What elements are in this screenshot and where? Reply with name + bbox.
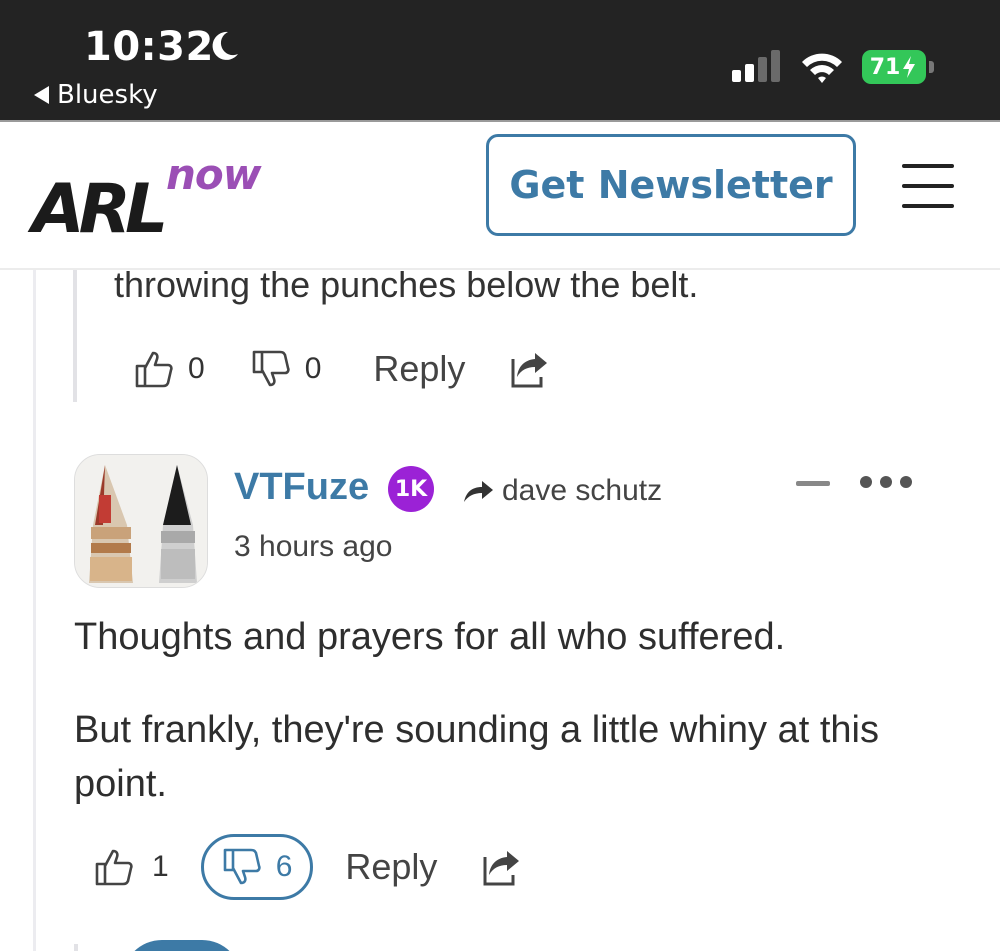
share-icon[interactable] [509, 349, 549, 389]
back-arrow-icon [34, 86, 49, 104]
share-icon[interactable] [481, 847, 521, 887]
comment-paragraph: Thoughts and prayers for all who suffere… [74, 616, 786, 658]
status-time: 10:32 [84, 24, 214, 70]
collapse-icon[interactable] [796, 481, 830, 486]
get-newsletter-button[interactable]: Get Newsletter [486, 134, 856, 236]
reply-button[interactable]: Reply [373, 348, 465, 390]
bolt-icon [903, 56, 916, 78]
logo-sub: now [166, 150, 262, 199]
comment-author[interactable]: VTFuze [234, 466, 369, 509]
arlnow-logo[interactable]: ARL now [32, 150, 282, 249]
battery-indicator: 71 [862, 50, 934, 84]
avatar[interactable] [122, 940, 242, 951]
comment-paragraph: But frankly, they're sounding a little w… [74, 709, 879, 805]
comment-actions: 0 0 Reply [134, 348, 549, 390]
wifi-icon [802, 53, 842, 83]
like-count: 0 [188, 352, 205, 385]
dislike-count: 6 [275, 850, 293, 883]
reply-to-name: dave schutz [502, 474, 663, 507]
logo-main: ARL [32, 170, 168, 249]
battery-charging-icon: 71 [862, 50, 926, 84]
avatar[interactable] [74, 454, 208, 588]
reply-button[interactable]: Reply [345, 846, 437, 888]
dislike-button-active[interactable]: 6 [200, 834, 314, 900]
comment-text: throwing the punches below the belt. [114, 264, 699, 305]
dislike-count: 0 [304, 352, 322, 385]
back-to-app-link[interactable]: Bluesky [34, 80, 158, 110]
reply-to[interactable]: dave schutz [462, 474, 662, 508]
thumbs-up-icon[interactable] [134, 349, 174, 389]
back-app-label: Bluesky [57, 80, 158, 110]
thread-guide-line [33, 270, 36, 951]
reputation-badge: 1K [388, 466, 434, 512]
thumbs-down-icon[interactable] [251, 349, 291, 389]
hamburger-icon[interactable] [902, 164, 954, 208]
reply-guide-line [74, 944, 78, 951]
comment-timestamp[interactable]: 3 hours ago [234, 530, 392, 564]
like-count: 1 [152, 850, 169, 883]
reply-arrow-icon [464, 481, 493, 502]
status-bar: 10:32 Bluesky 71 [0, 0, 1000, 120]
reply-guide-line [73, 270, 77, 402]
signal-icon [732, 50, 780, 82]
moon-icon [212, 31, 238, 60]
thumbs-down-icon [223, 848, 261, 885]
more-options-icon[interactable] [860, 476, 912, 488]
comment-actions: 1 6 Reply [94, 834, 521, 900]
thumbs-up-icon[interactable] [94, 847, 134, 887]
avatar-image [75, 455, 207, 587]
site-header: ARL now Get Newsletter [0, 120, 1000, 270]
